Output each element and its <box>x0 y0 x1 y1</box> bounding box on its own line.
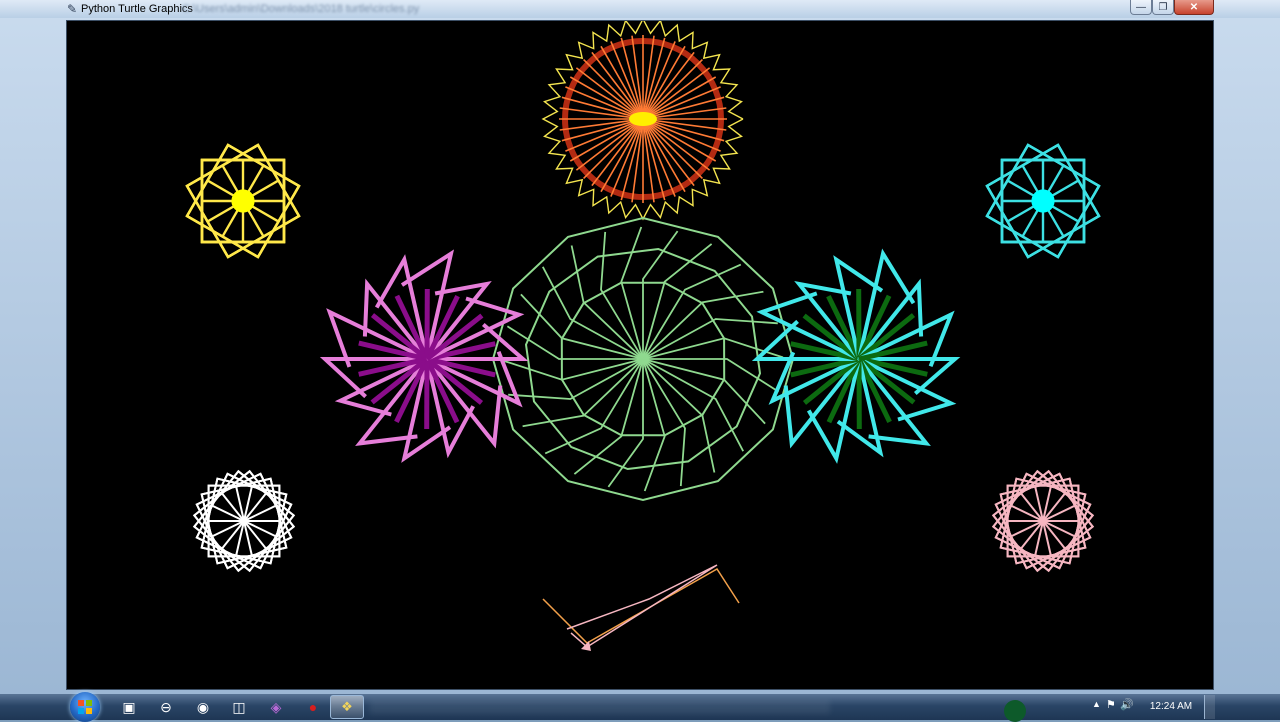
feather-icon: ✎ <box>66 2 78 16</box>
taskbar: ▣ ⊖ ◉ ◫ ◈ ● ❖ ▲ ⚑ 🔊 12:24 AM <box>0 694 1280 720</box>
minimize-button[interactable]: — <box>1130 0 1152 15</box>
window-title: Python Turtle Graphics <box>81 2 193 16</box>
volume-icon[interactable]: 🔊 <box>1120 698 1134 711</box>
taskbar-blurred-area <box>370 700 830 714</box>
trail-pink <box>567 565 717 647</box>
spoke-line <box>244 505 276 521</box>
sun-ray <box>621 38 643 119</box>
trail-orange <box>543 569 739 643</box>
rosette-spoke <box>643 359 665 491</box>
maximize-button[interactable]: ❐ <box>1152 0 1174 15</box>
python-taskbar-button[interactable]: ❖ <box>330 695 364 719</box>
light-green-rosette <box>493 218 793 500</box>
green-circle-icon <box>1004 700 1026 722</box>
spoke-line <box>1043 521 1075 537</box>
white-star-polygon <box>194 471 293 570</box>
start-button[interactable] <box>70 692 100 722</box>
center-dot <box>231 189 254 212</box>
orange-red-sun <box>543 21 743 219</box>
visual-studio-icon[interactable]: ◈ <box>265 697 287 717</box>
sun-center <box>629 112 657 126</box>
sun-ray <box>621 119 643 200</box>
chrome-icon[interactable]: ◉ <box>192 697 214 717</box>
cyan-green-spiral-flower <box>757 254 955 459</box>
rosette-spoke <box>621 227 643 359</box>
sun-ray <box>643 38 665 119</box>
spoke-line <box>244 521 276 537</box>
window-title-path: C:\Users\admin\Downloads\2018 turtle\cir… <box>182 2 472 16</box>
pink-star-polygon <box>993 471 1092 570</box>
python-icon: ❖ <box>341 699 353 714</box>
spoke-line <box>1043 505 1075 521</box>
show-desktop-button[interactable] <box>1204 695 1215 719</box>
turtle-window: ✎ Python Turtle Graphics C:\Users\admin\… <box>0 0 1280 694</box>
turtle-drawing <box>67 21 1214 690</box>
explorer-icon[interactable]: ▣ <box>118 697 140 717</box>
clock[interactable]: 12:24 AM <box>1148 700 1194 714</box>
spoke-line <box>212 521 244 537</box>
turtle-canvas[interactable] <box>66 20 1214 690</box>
spoke-line <box>1011 505 1043 521</box>
app-icon[interactable]: ◫ <box>228 697 250 717</box>
sun-ray <box>643 119 665 200</box>
cyan-star-polygon <box>987 145 1099 257</box>
close-button[interactable]: ✕ <box>1174 0 1214 15</box>
orange-pink-turtle-trail <box>543 565 739 651</box>
record-icon[interactable]: ● <box>302 697 324 717</box>
yellow-star-polygon <box>187 145 299 257</box>
flag-icon[interactable]: ⚑ <box>1106 698 1116 711</box>
center-dot <box>1031 189 1054 212</box>
spoke-line <box>212 505 244 521</box>
title-bar[interactable]: ✎ Python Turtle Graphics C:\Users\admin\… <box>0 0 1280 18</box>
tray-arrow-icon[interactable]: ▲ <box>1092 699 1101 709</box>
media-icon[interactable]: ⊖ <box>155 697 177 717</box>
spoke-line <box>1011 521 1043 537</box>
rosette-spoke <box>503 359 643 380</box>
